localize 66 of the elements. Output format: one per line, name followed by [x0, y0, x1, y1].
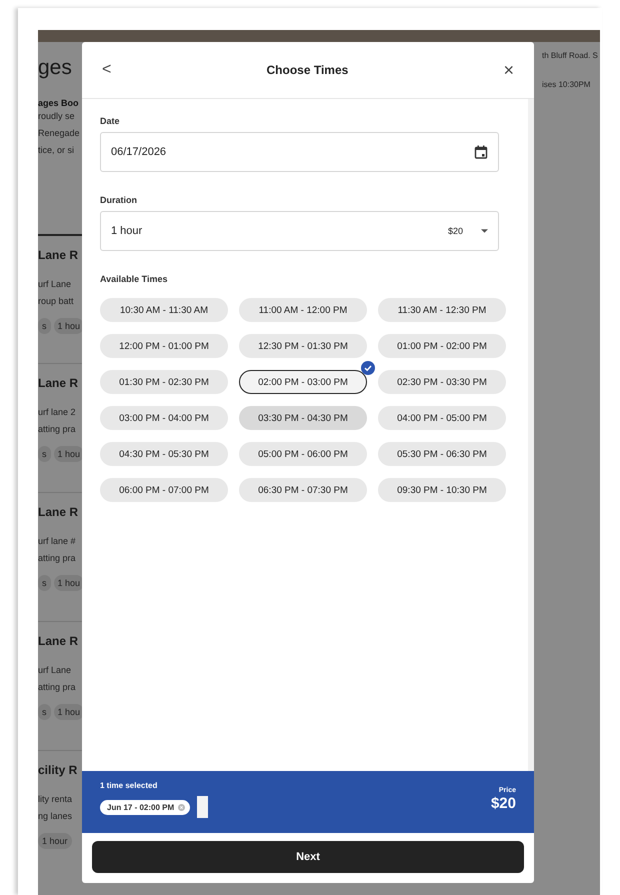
time-slot-chip[interactable]: 03:30 PM - 04:30 PM — [239, 406, 367, 430]
listing-description: atting pra — [38, 423, 77, 436]
field-label: Duration — [100, 195, 138, 205]
intro-text: roudly se — [38, 110, 76, 123]
time-slot-chip[interactable]: 11:30 AM - 12:30 PM — [378, 298, 506, 322]
hours-text: ises 10:30PM — [542, 80, 592, 89]
time-slot-chip[interactable]: 05:00 PM - 06:00 PM — [239, 442, 367, 466]
time-slot-chip[interactable]: 02:00 PM - 03:00 PM — [239, 370, 367, 394]
listing-title: Lane R — [38, 634, 80, 650]
time-slot-chip[interactable]: 11:00 AM - 12:00 PM — [239, 298, 367, 322]
listing-description: urf Lane — [38, 278, 72, 291]
caret-icon — [481, 229, 488, 233]
duration-select[interactable]: 1 hour $20 — [100, 211, 499, 251]
dialog-title: Choose Times — [266, 63, 348, 77]
listing-tag: s — [38, 575, 50, 591]
intro-text: Renegade — [38, 127, 81, 140]
time-slot-chip[interactable]: 02:30 PM - 03:30 PM — [378, 370, 506, 394]
section-label: Available Times — [100, 274, 169, 284]
selection-count: 1 time selected — [100, 781, 158, 790]
time-slot-chip[interactable]: 05:30 PM - 06:30 PM — [378, 442, 506, 466]
listing-title: cility R — [38, 763, 78, 779]
time-slot-chip[interactable]: 01:30 PM - 02:30 PM — [100, 370, 228, 394]
time-slot-chip[interactable]: 12:30 PM - 01:30 PM — [239, 334, 367, 358]
listing-tag: 1 hou — [54, 446, 84, 462]
selected-time-chip[interactable]: Jun 17 - 02:00 PM — [100, 800, 190, 814]
time-slot-chip[interactable]: 04:30 PM - 05:30 PM — [100, 442, 228, 466]
listing-title: Lane R — [38, 248, 80, 264]
time-slot-chip[interactable]: 01:00 PM - 02:00 PM — [378, 334, 506, 358]
listing-description: urf lane # — [38, 535, 77, 548]
page-title: ges — [38, 56, 73, 81]
listing-description: lity renta — [38, 793, 74, 806]
listing-tag: s — [38, 704, 50, 720]
listing-description: urf lane 2 — [38, 406, 77, 419]
time-slot-chip[interactable]: 12:00 PM - 01:00 PM — [100, 334, 228, 358]
time-slot-chip[interactable]: 06:00 PM - 07:00 PM — [100, 478, 228, 502]
total-price: $20 — [490, 795, 516, 812]
next-button[interactable]: Next — [92, 841, 524, 873]
back-button[interactable]: < — [96, 59, 118, 81]
intro-heading: ages Boo — [38, 98, 80, 108]
listing-title: Lane R — [38, 376, 80, 392]
time-slot-chip[interactable]: 10:30 AM - 11:30 AM — [100, 298, 228, 322]
listing-tag: 1 hou — [54, 575, 84, 591]
listing-description: ng lanes — [38, 810, 74, 823]
listing-tag: 1 hou — [54, 704, 84, 720]
listing-tag: 1 hour — [38, 833, 72, 849]
address-text: th Bluff Road. S — [542, 51, 599, 60]
time-slot-chip[interactable]: 03:00 PM - 04:00 PM — [100, 406, 228, 430]
checkmark-icon — [361, 361, 375, 375]
listing-tag: s — [38, 318, 50, 334]
listing-description: atting pra — [38, 552, 77, 565]
date-field[interactable]: 06/17/2026 — [100, 132, 499, 172]
time-slot-chip[interactable]: 06:30 PM - 07:30 PM — [239, 478, 367, 502]
time-slot-chip[interactable]: 04:00 PM - 05:00 PM — [378, 406, 506, 430]
listing-description: atting pra — [38, 681, 77, 694]
listing-tag: s — [38, 446, 50, 462]
listing-tag: 1 hou — [54, 318, 84, 334]
listing-description: roup batt — [38, 295, 75, 308]
intro-text: tice, or si — [38, 144, 76, 157]
listing-title: Lane R — [38, 505, 80, 521]
field-label: Date — [100, 116, 121, 126]
close-button[interactable]: × — [497, 58, 520, 82]
blank-tag — [197, 796, 208, 818]
listing-description: urf Lane — [38, 664, 72, 677]
time-slot-chip[interactable]: 09:30 PM - 10:30 PM — [378, 478, 506, 502]
calendar-icon[interactable] — [474, 145, 488, 159]
duration-price: $20 — [448, 226, 463, 236]
